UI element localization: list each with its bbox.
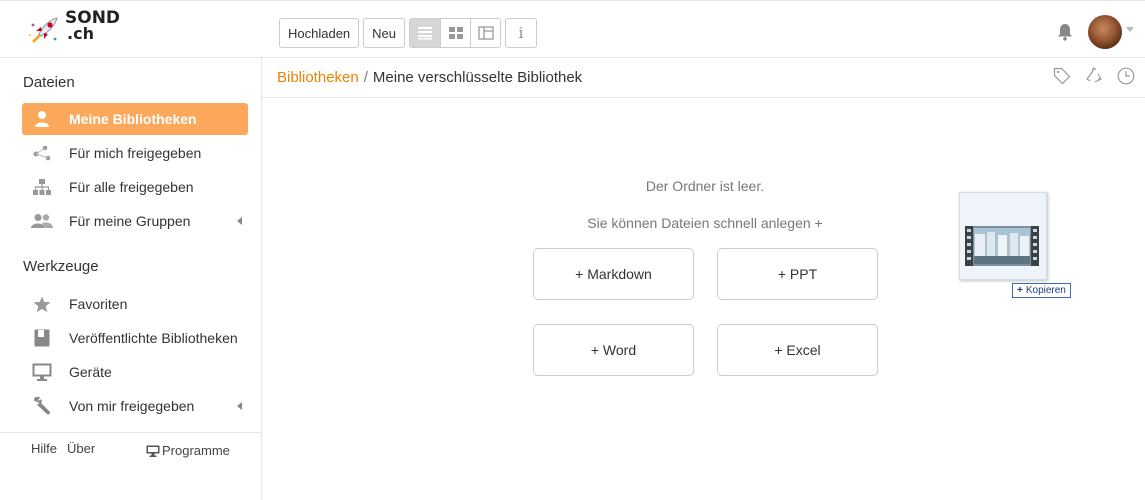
programs-link[interactable]: Programme xyxy=(146,443,230,458)
bell-icon[interactable] xyxy=(1057,23,1073,45)
sidebar-item-shared-with-me[interactable]: Für mich freigegeben xyxy=(22,137,248,169)
grid-view-icon[interactable] xyxy=(440,19,471,47)
create-markdown-button[interactable]: + Markdown xyxy=(533,248,694,300)
sidebar-item-label: Veröffentlichte Bibliotheken xyxy=(69,330,238,346)
create-ppt-button[interactable]: + PPT xyxy=(717,248,878,300)
recycle-icon[interactable] xyxy=(1085,67,1103,85)
plus-icon: + xyxy=(1017,285,1023,296)
tag-icon[interactable] xyxy=(1053,67,1071,85)
column-view-icon[interactable] xyxy=(470,19,501,47)
sond-logo[interactable]: SOND .ch xyxy=(26,10,120,49)
create-excel-button[interactable]: + Excel xyxy=(717,324,878,376)
breadcrumb-separator: / xyxy=(363,69,368,86)
sidebar: Dateien Meine Bibliotheken Für mich frei… xyxy=(0,58,262,500)
sidebar-item-label: Geräte xyxy=(69,364,112,380)
sidebar-item-label: Von mir freigegeben xyxy=(69,398,195,414)
list-view-icon[interactable] xyxy=(410,19,441,47)
caret-left-icon[interactable] xyxy=(237,402,242,410)
user-icon xyxy=(28,110,56,128)
sidebar-item-label: Favoriten xyxy=(69,296,128,312)
breadcrumb-tools xyxy=(1039,67,1135,85)
help-link[interactable]: Hilfe xyxy=(31,441,57,456)
copy-drop-label: + Kopieren xyxy=(1012,283,1071,298)
drag-ghost-file xyxy=(959,192,1047,280)
sidebar-item-label: Für mich freigegeben xyxy=(69,145,202,161)
programs-label: Programme xyxy=(162,443,230,458)
book-icon xyxy=(28,329,56,347)
star-icon xyxy=(28,296,56,313)
video-thumbnail-icon xyxy=(965,226,1039,266)
chevron-down-icon[interactable] xyxy=(1126,27,1134,32)
info-icon: i xyxy=(518,24,524,42)
sidebar-footer: Hilfe Über Programme xyxy=(0,432,261,500)
tools-heading: Werkzeuge xyxy=(23,258,99,275)
copy-label-text: Kopieren xyxy=(1025,285,1066,296)
info-button[interactable]: i xyxy=(505,18,538,48)
new-button[interactable]: Neu xyxy=(363,18,406,48)
breadcrumb: Bibliotheken / Meine verschlüsselte Biblio… xyxy=(277,69,582,86)
about-link[interactable]: Über xyxy=(67,441,95,456)
avatar[interactable] xyxy=(1088,15,1122,49)
sidebar-item-devices[interactable]: Geräte xyxy=(22,356,248,388)
breadcrumb-libraries-link[interactable]: Bibliotheken xyxy=(277,69,359,86)
wrench-icon xyxy=(28,397,56,415)
sidebar-item-shared-by-me[interactable]: Von mir freigegeben xyxy=(22,390,248,422)
sidebar-item-published-libraries[interactable]: Veröffentlichte Bibliotheken xyxy=(22,322,248,354)
toolbar: Hochladen Neu i xyxy=(279,18,541,48)
sidebar-item-my-libraries[interactable]: Meine Bibliotheken xyxy=(22,103,248,135)
breadcrumb-current: Meine verschlüsselte Bibliothek xyxy=(372,69,583,86)
upload-button[interactable]: Hochladen xyxy=(279,18,360,48)
create-word-button[interactable]: + Word xyxy=(533,324,694,376)
breadcrumb-bar: Bibliotheken / Meine verschlüsselte Biblio… xyxy=(262,58,1145,98)
rocket-icon xyxy=(29,17,58,43)
sidebar-item-label: Meine Bibliotheken xyxy=(69,111,197,127)
share-icon xyxy=(28,145,56,161)
view-mode-switcher xyxy=(409,18,502,48)
files-heading: Dateien xyxy=(23,74,75,91)
top-header: SOND .ch Hochladen Neu i xyxy=(0,0,1145,58)
history-icon[interactable] xyxy=(1117,67,1135,85)
monitor-icon xyxy=(146,445,160,457)
monitor-icon xyxy=(28,363,56,381)
sidebar-item-favorites[interactable]: Favoriten xyxy=(22,288,248,320)
logo-text-suffix: .ch xyxy=(67,24,94,43)
